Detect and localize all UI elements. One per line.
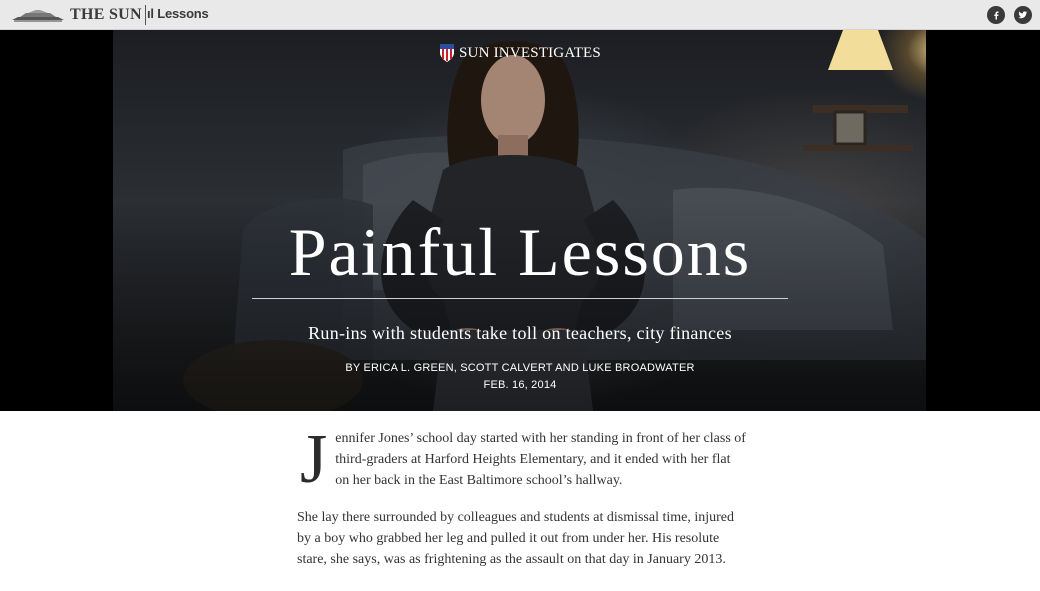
site-logo[interactable]: THE SUN [10,5,142,25]
article-paragraph: Jennifer Jones’ school day started with … [297,421,747,498]
story-headline: Painful Lessons [288,214,752,290]
kicker-label: SUN INVESTIGATES [459,44,601,61]
nav-story-title: ıl Lessons [147,6,209,21]
paragraph-text: ennifer Jones’ school day started with h… [335,431,746,488]
story-subhead: Run-ins with students take toll on teach… [308,323,732,343]
story-date: FEB. 16, 2014 [483,379,557,391]
drop-cap: J [300,421,328,498]
section-kicker[interactable]: SUN INVESTIGATES [0,43,1040,63]
logo-text: THE SUN [70,6,142,23]
logo-divider [145,5,146,25]
story-byline: BY ERICA L. GREEN, SCOTT CALVERT AND LUK… [345,362,695,374]
facebook-share-button[interactable] [987,6,1005,24]
sun-logo-mark-icon [12,10,64,22]
headline-divider [252,298,788,299]
shield-flag-icon [440,44,455,62]
article-body: Jennifer Jones’ school day started with … [297,421,747,586]
twitter-icon [1018,11,1028,19]
hero-section: SUN INVESTIGATES Painful Lessons Run-ins… [0,30,1040,411]
twitter-share-button[interactable] [1014,6,1032,24]
top-bar: THE SUN ıl Lessons [0,0,1040,30]
facebook-icon [994,11,999,20]
article-paragraph: She lay there surrounded by colleagues a… [297,510,735,567]
